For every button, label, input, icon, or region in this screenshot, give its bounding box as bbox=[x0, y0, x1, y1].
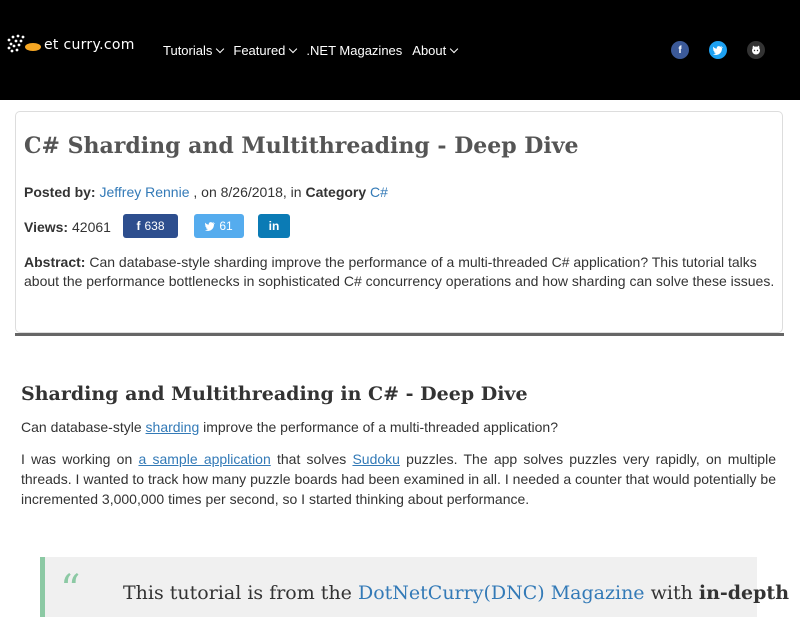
facebook-icon: f bbox=[136, 219, 141, 233]
github-cat-icon bbox=[752, 45, 760, 55]
facebook-share-count: 638 bbox=[144, 219, 165, 233]
logo-text: et curry.com bbox=[44, 37, 135, 53]
twitter-icon bbox=[205, 221, 216, 231]
github-icon[interactable] bbox=[747, 41, 765, 59]
category-link[interactable]: C# bbox=[370, 184, 388, 200]
article-title: C# Sharding and Multithreading - Deep Di… bbox=[24, 133, 579, 159]
twitter-share-button[interactable]: 61 bbox=[194, 214, 244, 238]
callout-text: This tutorial is from the DotNetCurry(DN… bbox=[123, 582, 789, 604]
chevron-down-icon bbox=[289, 44, 298, 53]
callout-text-start: This tutorial is from the bbox=[123, 582, 358, 604]
views-counter: Views: 42061 bbox=[24, 219, 111, 235]
sample-application-link[interactable]: a sample application bbox=[138, 451, 270, 467]
nav-featured-label: Featured bbox=[233, 43, 286, 58]
views-label: Views: bbox=[24, 219, 69, 235]
intro-paragraph: Can database-style sharding improve the … bbox=[21, 419, 558, 435]
abstract-label: Abstract: bbox=[24, 254, 86, 270]
sharding-link[interactable]: sharding bbox=[146, 419, 200, 435]
quote-mark-icon: “ bbox=[60, 567, 81, 613]
twitter-share-count: 61 bbox=[219, 219, 233, 233]
post-date: , on 8/26/2018, in bbox=[193, 184, 302, 200]
main-nav: Tutorials Featured .NET Magazines About bbox=[163, 43, 467, 58]
facebook-icon[interactable]: f bbox=[671, 41, 689, 59]
intro-text-end: improve the performance of a multi-threa… bbox=[199, 419, 558, 435]
views-count: 42061 bbox=[72, 219, 111, 235]
nav-net-magazines-label: .NET Magazines bbox=[306, 43, 403, 58]
section-heading: Sharding and Multithreading in C# - Deep… bbox=[21, 383, 528, 405]
nav-about[interactable]: About bbox=[412, 43, 459, 58]
body-text-b: that solves bbox=[270, 451, 353, 467]
chevron-down-icon bbox=[450, 44, 459, 53]
facebook-glyph: f bbox=[678, 44, 682, 56]
dnc-magazine-link[interactable]: DotNetCurry(DNC) Magazine bbox=[358, 582, 645, 604]
article-abstract: Abstract: Can database-style sharding im… bbox=[24, 253, 776, 291]
site-logo[interactable]: et curry.com bbox=[6, 34, 135, 56]
card-divider bbox=[15, 333, 784, 336]
nav-about-label: About bbox=[412, 43, 447, 58]
abstract-text: Can database-style sharding improve the … bbox=[24, 254, 775, 289]
top-navigation-bar: et curry.com Tutorials Featured .NET Mag… bbox=[0, 0, 800, 100]
article-meta: Posted by: Jeffrey Rennie , on 8/26/2018… bbox=[24, 184, 388, 200]
posted-by-label: Posted by: bbox=[24, 184, 96, 200]
intro-text-start: Can database-style bbox=[21, 419, 146, 435]
body-paragraph: I was working on a sample application th… bbox=[21, 449, 776, 509]
linkedin-icon: in bbox=[268, 219, 280, 233]
callout-text-mid: with bbox=[644, 582, 699, 604]
category-label: Category bbox=[305, 184, 367, 200]
nav-tutorials[interactable]: Tutorials bbox=[163, 43, 225, 58]
nav-net-magazines[interactable]: .NET Magazines bbox=[306, 43, 402, 58]
sudoku-link[interactable]: Sudoku bbox=[352, 451, 399, 467]
callout-text-bold: in-depth bbox=[698, 582, 790, 604]
facebook-share-button[interactable]: f 638 bbox=[123, 214, 178, 238]
nav-featured[interactable]: Featured bbox=[233, 43, 298, 58]
twitter-bird-icon bbox=[713, 45, 723, 55]
twitter-icon[interactable] bbox=[709, 41, 727, 59]
logo-mark-icon bbox=[7, 34, 41, 53]
body-text-a: I was working on bbox=[21, 451, 139, 467]
nav-tutorials-label: Tutorials bbox=[163, 43, 213, 58]
chevron-down-icon bbox=[216, 44, 225, 53]
linkedin-share-button[interactable]: in bbox=[258, 214, 290, 238]
author-link[interactable]: Jeffrey Rennie bbox=[99, 184, 189, 200]
